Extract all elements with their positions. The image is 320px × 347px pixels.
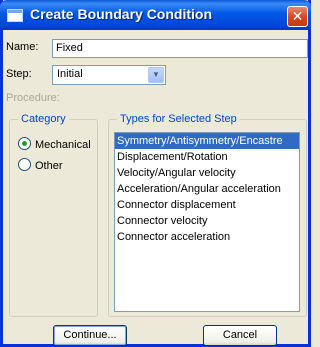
category-option-mechanical[interactable]: Mechanical (18, 137, 91, 151)
list-item[interactable]: Connector displacement (115, 197, 299, 213)
list-item[interactable]: Displacement/Rotation (115, 149, 299, 165)
step-label: Step: (6, 68, 32, 80)
category-option-label: Mechanical (35, 139, 91, 151)
cancel-button[interactable]: Cancel (203, 325, 277, 346)
chevron-down-icon[interactable]: ▼ (148, 67, 164, 83)
category-option-label: Other (35, 160, 63, 172)
radio-unchecked-icon[interactable] (18, 158, 31, 171)
name-label: Name: (6, 41, 39, 53)
list-item[interactable]: Symmetry/Antisymmetry/Encastre (115, 133, 299, 149)
radio-checked-icon[interactable] (18, 137, 31, 150)
name-field[interactable]: Fixed (52, 39, 308, 58)
procedure-label: Procedure: (6, 92, 60, 104)
dialog-title: Create Boundary Condition (30, 6, 213, 22)
create-boundary-condition-dialog: Create Boundary Condition ✕ Name: Fixed … (0, 0, 311, 347)
types-listbox[interactable]: Symmetry/Antisymmetry/Encastre Displacem… (114, 132, 300, 312)
types-group: Types for Selected Step Symmetry/Antisym… (108, 113, 307, 317)
step-value: Initial (57, 68, 83, 80)
title-bar[interactable]: Create Boundary Condition ✕ (0, 0, 311, 30)
step-dropdown[interactable]: Initial ▼ (52, 65, 166, 85)
list-item[interactable]: Connector velocity (115, 213, 299, 229)
close-icon[interactable]: ✕ (287, 6, 308, 27)
continue-button[interactable]: Continue... (53, 325, 127, 346)
list-item[interactable]: Velocity/Angular velocity (115, 165, 299, 181)
window-icon (7, 9, 23, 22)
list-item[interactable]: Connector acceleration (115, 229, 299, 245)
types-legend: Types for Selected Step (117, 113, 240, 125)
category-group: Category Mechanical Other (9, 113, 98, 317)
category-option-other[interactable]: Other (18, 158, 63, 172)
list-item[interactable]: Acceleration/Angular acceleration (115, 181, 299, 197)
category-legend: Category (18, 113, 69, 125)
